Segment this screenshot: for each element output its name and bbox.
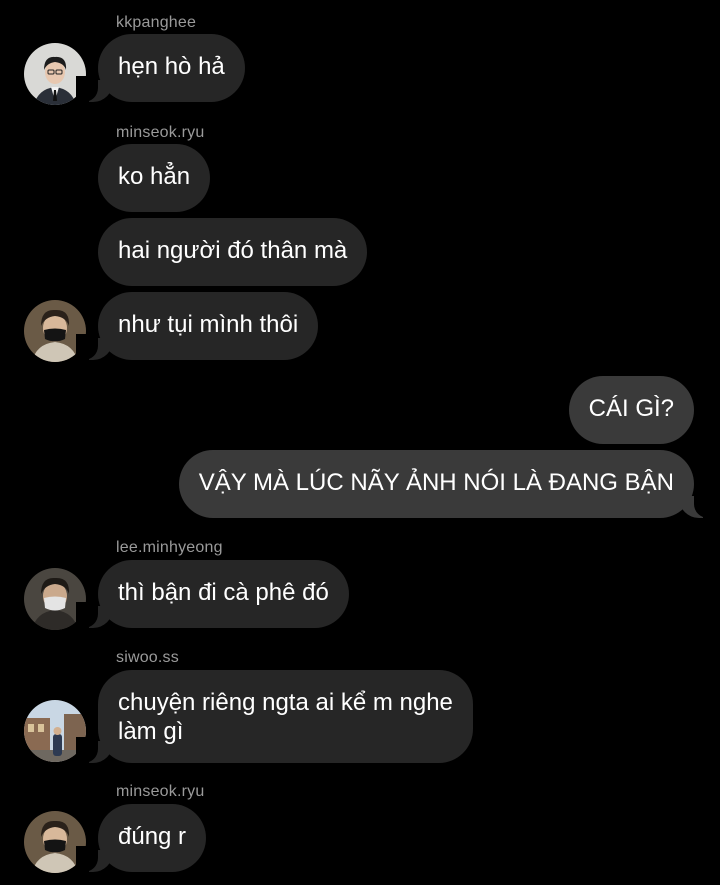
message-bubble[interactable]: hẹn hò hả [76,34,245,102]
message-text: CÁI GÌ? [588,395,674,422]
outgoing-message-bubble[interactable]: VẬY MÀ LÚC NÃY ẢNH NÓI LÀ ĐANG BẬN [178,450,717,518]
sender-name: minseok.ryu [116,124,205,141]
sender-name: kkpanghee [116,14,197,31]
message-bubble[interactable]: chuyện riêng ngta ai kể m nghe làm gì [76,670,473,763]
sender-name: siwoo.ss [116,649,179,666]
message-bubble[interactable]: ko hẳn [98,144,211,212]
message-text: ko hẳn [118,163,191,190]
message-text: VẬY MÀ LÚC NÃY ẢNH NÓI LÀ ĐANG BẬN [198,469,674,496]
sender-name: minseok.ryu [116,783,205,800]
outgoing-message-bubble[interactable]: CÁI GÌ? [568,376,694,444]
message-text: hẹn hò hả [118,53,225,80]
message-bubble[interactable]: hai người đó thân mà [98,218,368,286]
sender-name: lee.minhyeong [116,539,223,556]
message-bubble[interactable]: như tụi mình thôi [75,292,319,360]
message-text: đúng r [118,823,187,850]
message-text: hai người đó thân mà [118,237,348,264]
message-text-line: làm gì [118,718,184,745]
message-text: thì bận đi cà phê đó [118,579,329,606]
message-bubble[interactable]: thì bận đi cà phê đó [76,560,349,628]
message-text-line: chuyện riêng ngta ai kể m nghe [118,689,453,716]
message-bubble[interactable]: đúng r [75,804,207,872]
message-text: như tụi mình thôi [118,311,299,338]
